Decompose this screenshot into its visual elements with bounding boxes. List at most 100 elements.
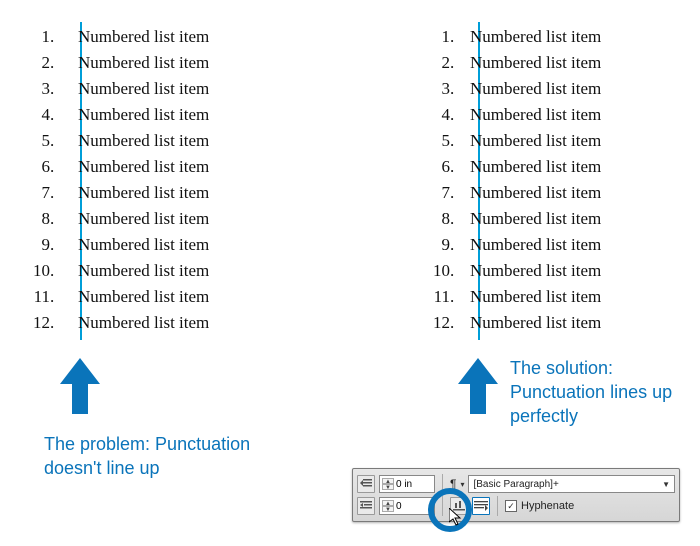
list-number: 12 [28, 310, 50, 336]
list-text: Numbered list item [456, 128, 601, 154]
list-item: 11.Numbered list item [420, 284, 601, 310]
list-number: 5 [442, 128, 451, 154]
list-number: 9 [28, 232, 50, 258]
list-text: Numbered list item [456, 232, 601, 258]
list-item: 2. Numbered list item [28, 50, 209, 76]
list-number: 1 [28, 24, 50, 50]
list-number: 4 [442, 102, 451, 128]
list-number: 6 [28, 154, 50, 180]
period-icon: . [50, 310, 54, 336]
list-text: Numbered list item [456, 76, 601, 102]
period-icon: . [50, 180, 54, 206]
paragraph-style-select[interactable]: [Basic Paragraph]+ ▼ [468, 475, 675, 493]
list-item: 3.Numbered list item [420, 76, 601, 102]
dropdown-icon[interactable]: ▾ [460, 480, 464, 489]
list-item: 1.Numbered list item [420, 24, 601, 50]
list-number: 4 [28, 102, 50, 128]
hyphenate-label: Hyphenate [521, 500, 574, 512]
list-item: 4.Numbered list item [420, 102, 601, 128]
paragraph-panel: ▲▼ ¶ ▾ [Basic Paragraph]+ ▼ ▲▼ ✓ Hyphena… [352, 468, 680, 528]
list-text: Numbered list item [456, 154, 601, 180]
list-text: Numbered list item [64, 232, 209, 258]
list-item: 9. Numbered list item [28, 232, 209, 258]
list-number: 11 [28, 284, 50, 310]
left-indent-field[interactable]: ▲▼ [379, 475, 435, 493]
list-number: 8 [28, 206, 50, 232]
list-item: 4. Numbered list item [28, 102, 209, 128]
caption-solution: The solution: Punctuation lines up perfe… [510, 356, 690, 428]
list-text: Numbered list item [456, 50, 601, 76]
list-item: 7. Numbered list item [28, 180, 209, 206]
list-column-solution: 1.Numbered list item 2.Numbered list ite… [420, 24, 601, 336]
list-text: Numbered list item [64, 206, 209, 232]
list-item: 9.Numbered list item [420, 232, 601, 258]
list-number: 5 [28, 128, 50, 154]
list-number: 2 [28, 50, 50, 76]
pilcrow-icon: ¶ [450, 477, 456, 491]
period-icon: . [50, 154, 54, 180]
list-text: Numbered list item [64, 284, 209, 310]
period-icon: . [50, 76, 54, 102]
chevron-down-icon: ▼ [662, 480, 670, 489]
list-text: Numbered list item [64, 180, 209, 206]
caption-problem: The problem: Punctuation doesn't line up [44, 432, 254, 480]
period-icon: . [50, 284, 54, 310]
list-item: 2.Numbered list item [420, 50, 601, 76]
period-icon: . [50, 102, 54, 128]
list-text: Numbered list item [64, 102, 209, 128]
align-to-baseline-icon[interactable] [450, 497, 468, 515]
list-item: 6.Numbered list item [420, 154, 601, 180]
period-icon: . [50, 206, 54, 232]
list-number: 6 [442, 154, 451, 180]
hyphenate-checkbox[interactable]: ✓ [505, 500, 517, 512]
first-line-indent-input[interactable] [396, 501, 432, 512]
paragraph-style-name: [Basic Paragraph]+ [473, 479, 558, 490]
list-item: 5.Numbered list item [420, 128, 601, 154]
first-line-indent-field[interactable]: ▲▼ [379, 497, 435, 515]
list-text: Numbered list item [64, 128, 209, 154]
list-item: 3. Numbered list item [28, 76, 209, 102]
spinner-down-icon[interactable]: ▼ [382, 484, 394, 490]
list-number: 7 [28, 180, 50, 206]
left-indent-icon[interactable] [357, 475, 375, 493]
list-number: 3 [28, 76, 50, 102]
up-arrow-icon [458, 358, 498, 414]
left-indent-input[interactable] [396, 479, 432, 490]
list-item: 1.Numbered list item [28, 24, 209, 50]
list-text: Numbered list item [64, 154, 209, 180]
period-icon: . [50, 232, 54, 258]
list-item: 11. Numbered list item [28, 284, 209, 310]
list-text: Numbered list item [456, 310, 601, 336]
period-icon: . [50, 50, 54, 76]
list-item: 6. Numbered list item [28, 154, 209, 180]
list-item: 8. Numbered list item [28, 206, 209, 232]
up-arrow-icon [60, 358, 100, 414]
list-column-problem: 1.Numbered list item 2.Numbered list ite… [28, 24, 209, 336]
first-line-indent-icon[interactable] [357, 497, 375, 515]
list-text: Numbered list item [456, 24, 601, 50]
list-item: 10.Numbered list item [420, 258, 601, 284]
period-icon: . [50, 24, 54, 50]
list-text: Numbered list item [456, 206, 601, 232]
list-item: 7.Numbered list item [420, 180, 601, 206]
list-item: 5. Numbered list item [28, 128, 209, 154]
last-line-right-indent-button[interactable] [472, 497, 490, 515]
list-text: Numbered list item [64, 76, 209, 102]
list-item: 12.Numbered list item [420, 310, 601, 336]
list-number: 10 [433, 258, 450, 284]
list-number: 10 [28, 258, 50, 284]
list-text: Numbered list item [64, 258, 209, 284]
spinner-down-icon[interactable]: ▼ [382, 506, 394, 512]
list-text: Numbered list item [456, 258, 601, 284]
list-number: 2 [442, 50, 451, 76]
list-text: Numbered list item [456, 284, 601, 310]
list-item: 12.Numbered list item [28, 310, 209, 336]
list-number: 11 [434, 284, 450, 310]
list-item: 8.Numbered list item [420, 206, 601, 232]
list-number: 1 [442, 24, 451, 50]
period-icon: . [50, 128, 54, 154]
list-text: Numbered list item [64, 50, 209, 76]
list-number: 7 [442, 180, 451, 206]
list-item: 10.Numbered list item [28, 258, 209, 284]
list-text: Numbered list item [456, 102, 601, 128]
